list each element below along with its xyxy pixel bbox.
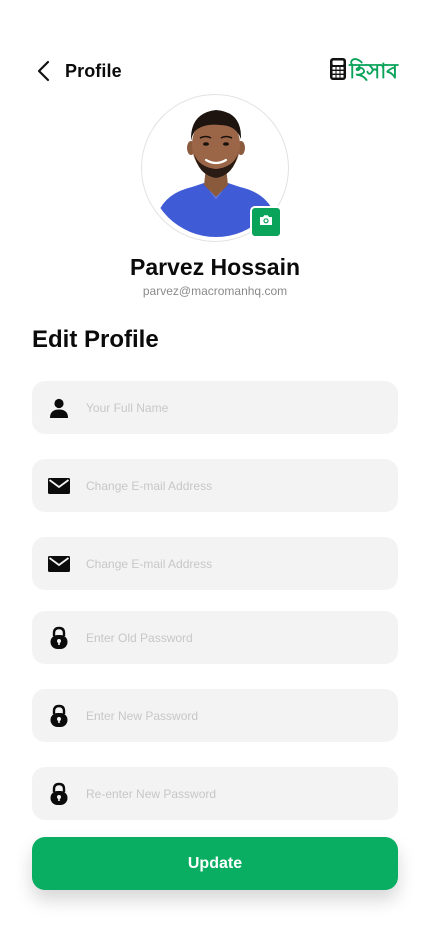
- new-password-field[interactable]: [32, 689, 398, 742]
- user-icon: [47, 396, 71, 420]
- change-photo-button[interactable]: [250, 206, 282, 238]
- mail-icon: [47, 474, 71, 498]
- new-password-input[interactable]: [86, 708, 366, 723]
- profile-name: Parvez Hossain: [129, 254, 301, 280]
- old-password-field[interactable]: [32, 611, 398, 664]
- email-field[interactable]: [32, 459, 398, 512]
- full-name-input[interactable]: [86, 400, 366, 415]
- profile-avatar: [141, 94, 289, 242]
- calculator-icon: [329, 57, 347, 86]
- back-button[interactable]: Profile: [32, 58, 122, 84]
- camera-icon: [259, 213, 273, 231]
- old-password-input[interactable]: [86, 630, 366, 645]
- update-button[interactable]: Update: [32, 837, 398, 890]
- email-input[interactable]: [86, 478, 366, 493]
- email-confirm-input[interactable]: [86, 556, 366, 571]
- full-name-field[interactable]: [32, 381, 398, 434]
- chevron-left-icon[interactable]: [32, 58, 54, 84]
- section-title: Edit Profile: [32, 326, 159, 353]
- confirm-password-input[interactable]: [86, 786, 366, 801]
- header: Profile হিসাব: [32, 56, 398, 86]
- page-title: Profile: [65, 60, 122, 81]
- confirm-password-field[interactable]: [32, 767, 398, 820]
- mail-icon: [47, 552, 71, 576]
- lock-icon: [47, 704, 71, 728]
- lock-icon: [47, 782, 71, 806]
- profile-email: parvez@macromanhq.com: [142, 284, 288, 298]
- email-field[interactable]: [32, 537, 398, 590]
- logo-text: হিসাব: [349, 58, 398, 83]
- lock-icon: [47, 626, 71, 650]
- app-logo: হিসাব: [329, 57, 398, 86]
